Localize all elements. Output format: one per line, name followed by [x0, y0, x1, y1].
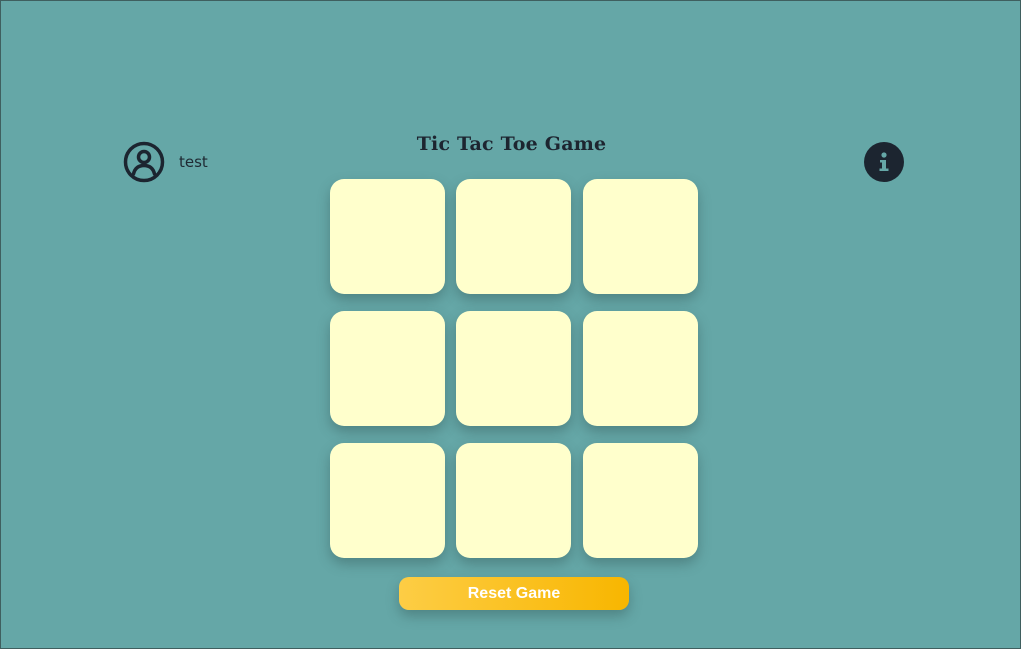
board-cell[interactable]: [330, 179, 445, 294]
board-cell[interactable]: [456, 311, 571, 426]
board-cell[interactable]: [583, 311, 698, 426]
username-label: test: [179, 153, 208, 171]
reset-game-button[interactable]: Reset Game: [399, 577, 629, 610]
board-cell[interactable]: [456, 443, 571, 558]
board-cell[interactable]: [456, 179, 571, 294]
board-cell[interactable]: [583, 443, 698, 558]
board-cell[interactable]: [583, 179, 698, 294]
info-button[interactable]: [864, 142, 904, 182]
board-cell[interactable]: [330, 443, 445, 558]
info-icon: [879, 152, 889, 171]
board-cell[interactable]: [330, 311, 445, 426]
game-board: [330, 179, 698, 558]
